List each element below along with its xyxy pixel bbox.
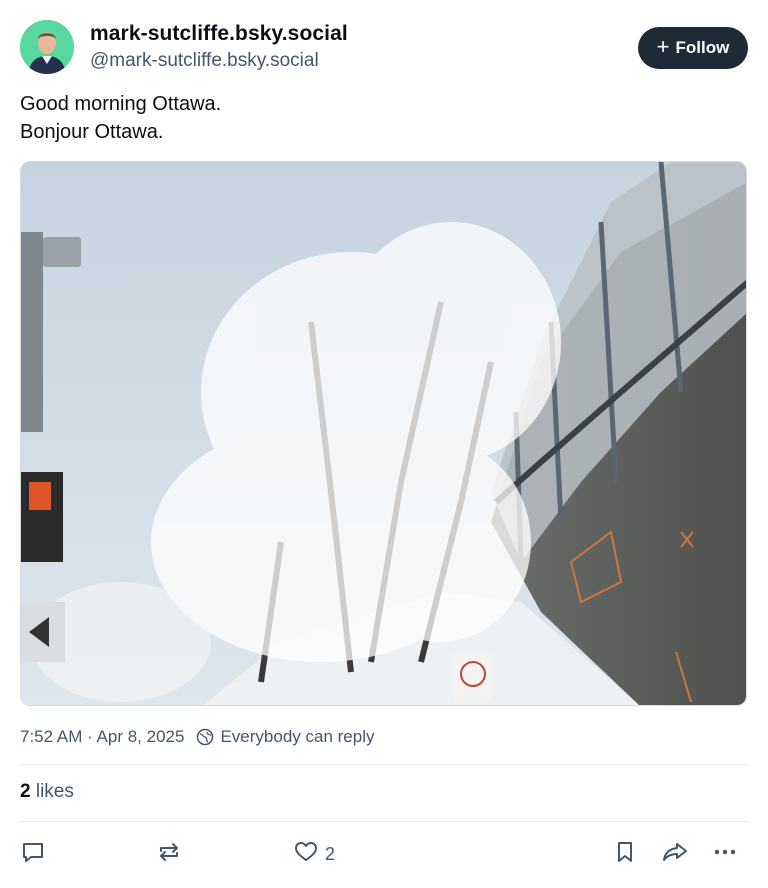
reply-setting: Everybody can reply [220, 727, 375, 746]
repost-button[interactable] [156, 838, 182, 870]
heart-icon [293, 839, 319, 870]
author-display-name[interactable]: mark-sutcliffe.bsky.social [90, 22, 348, 46]
likes-label: likes [35, 781, 74, 802]
author-handle[interactable]: @mark-sutcliffe.bsky.social [90, 50, 319, 72]
post-image[interactable] [20, 161, 747, 706]
bookmark-icon [612, 839, 638, 870]
share-icon [661, 839, 689, 870]
post-timestamp[interactable]: 7:52 AM · Apr 8, 2025 [20, 727, 184, 747]
likes-summary[interactable]: 2 likes [20, 781, 74, 803]
comment-icon [20, 839, 46, 870]
post-actions: 2 [20, 838, 748, 870]
repost-icon [156, 839, 182, 870]
post-text: Good morning Ottawa. Bonjour Ottawa. [20, 90, 221, 146]
post-meta: 7:52 AM · Apr 8, 2025 Everybody can repl… [20, 727, 374, 747]
reply-button[interactable] [20, 838, 46, 870]
follow-label: Follow [675, 38, 730, 57]
divider [20, 821, 748, 822]
avatar[interactable] [20, 20, 74, 74]
follow-button[interactable]: + Follow [638, 27, 748, 69]
more-button[interactable] [712, 838, 738, 870]
post-header: mark-sutcliffe.bsky.social @mark-sutclif… [20, 20, 748, 76]
likes-count: 2 [20, 781, 31, 802]
bookmark-button[interactable] [612, 838, 638, 870]
plus-icon: + [656, 34, 670, 59]
post-line: Good morning Ottawa. [20, 93, 222, 115]
divider [20, 764, 748, 765]
like-count: 2 [325, 843, 336, 864]
like-button[interactable]: 2 [293, 838, 335, 870]
ellipsis-icon [712, 839, 738, 870]
share-button[interactable] [661, 838, 689, 870]
globe-icon [196, 728, 214, 746]
post-line: Bonjour Ottawa. [20, 121, 164, 143]
